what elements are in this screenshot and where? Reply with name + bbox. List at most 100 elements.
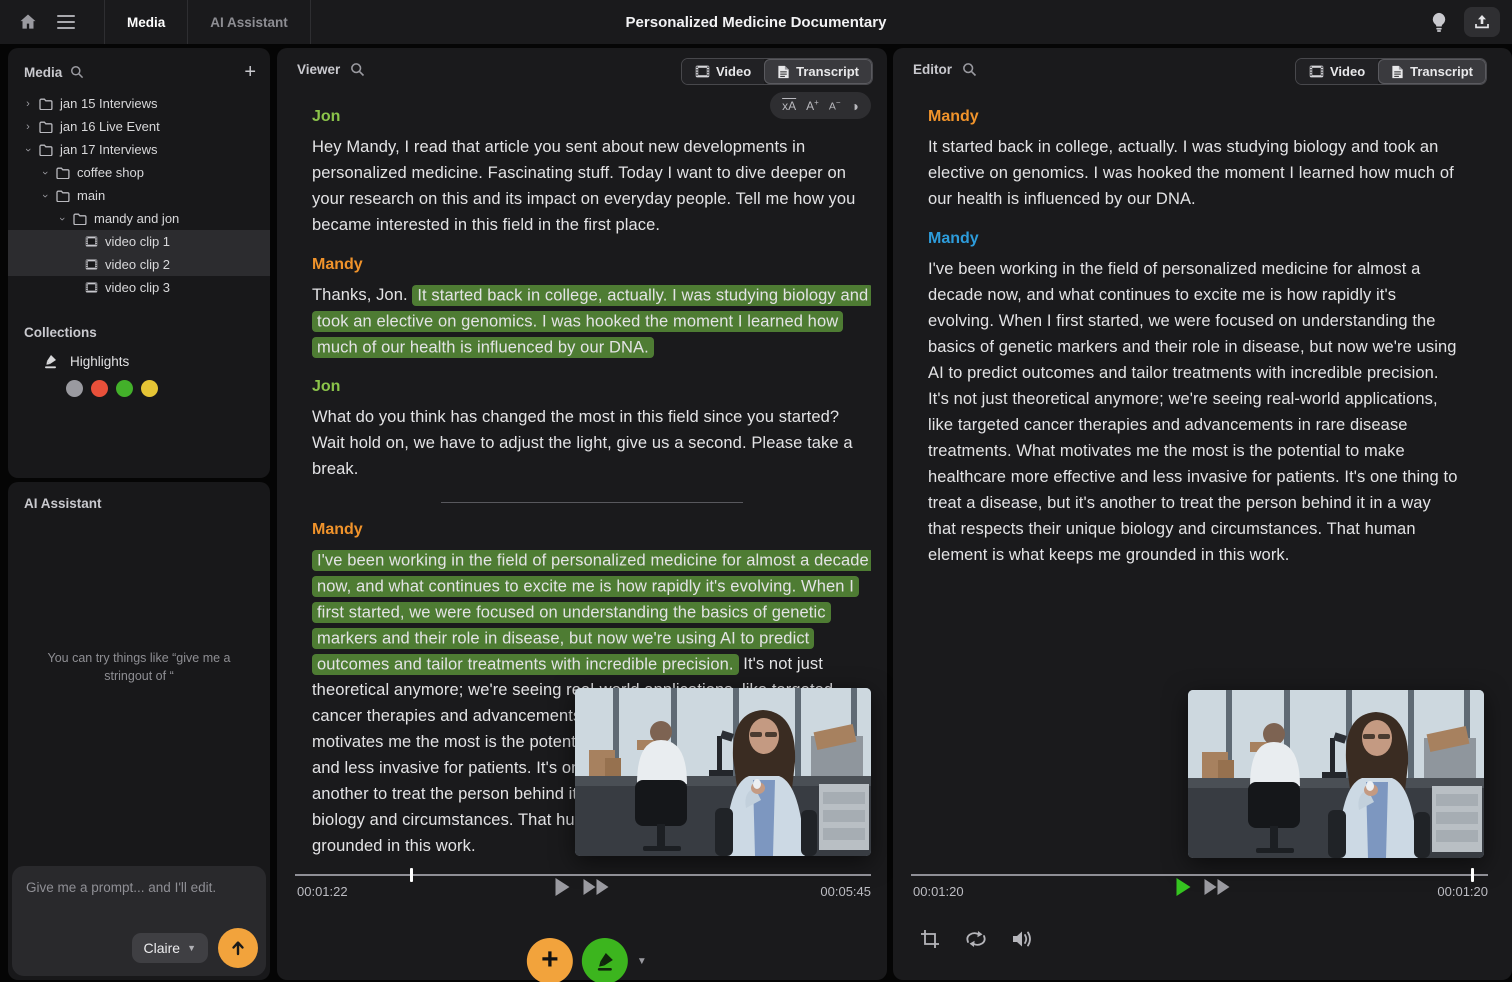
- tree-folder-coffee-shop[interactable]: ›coffee shop: [8, 161, 270, 184]
- collection-color-dot-0[interactable]: [66, 380, 83, 397]
- highlight-button[interactable]: [582, 938, 628, 982]
- tips-button[interactable]: [1424, 7, 1454, 37]
- replace-clip-button[interactable]: [963, 926, 989, 952]
- plain-text[interactable]: Thanks, Jon.: [312, 286, 412, 304]
- editor-transcript-toggle[interactable]: Transcript: [1378, 59, 1486, 84]
- home-button[interactable]: [10, 0, 46, 44]
- app-window: Media AI Assistant Personalized Medicine…: [0, 0, 1512, 982]
- transcript-paragraph[interactable]: I've been working in the field of person…: [928, 256, 1460, 568]
- divider: [310, 0, 311, 44]
- chevron-down-icon: ›: [56, 213, 68, 225]
- ai-assistant-title: AI Assistant: [8, 482, 270, 525]
- speaker-label[interactable]: Jon: [312, 108, 871, 126]
- editor-playhead[interactable]: [1471, 868, 1474, 882]
- voice-select-button[interactable]: Claire ▼: [132, 933, 209, 963]
- export-button[interactable]: [1464, 7, 1500, 37]
- plain-text[interactable]: What do you think has changed the most i…: [312, 408, 853, 478]
- volume-button[interactable]: [1009, 926, 1035, 952]
- collection-color-dot-1[interactable]: [91, 380, 108, 397]
- viewer-transcript-toggle[interactable]: Transcript: [764, 59, 872, 84]
- add-media-button[interactable]: +: [244, 62, 256, 82]
- viewer-title: Viewer: [297, 62, 340, 77]
- tab-ai-assistant[interactable]: AI Assistant: [188, 0, 310, 44]
- document-icon: [777, 65, 790, 79]
- transcript-paragraph[interactable]: It started back in college, actually. I …: [928, 134, 1460, 212]
- tree-folder-jan-16-live-event[interactable]: ›jan 16 Live Event: [8, 115, 270, 138]
- plain-text[interactable]: Hey Mandy, I read that article you sent …: [312, 138, 855, 234]
- viewer-total-time: 00:05:45: [820, 884, 871, 899]
- transcript-segment: Mandy It started back in college, actuall…: [928, 108, 1460, 212]
- tree-folder-jan-17-interviews[interactable]: ›jan 17 Interviews: [8, 138, 270, 161]
- viewer-video-toggle[interactable]: Video: [682, 59, 764, 84]
- collection-color-dot-2[interactable]: [116, 380, 133, 397]
- search-icon[interactable]: [962, 62, 977, 77]
- tree-clip-video-clip-2[interactable]: video clip 2: [8, 253, 270, 276]
- editor-fast-forward-button[interactable]: [1204, 879, 1229, 895]
- transcript-paragraph[interactable]: Hey Mandy, I read that article you sent …: [312, 134, 871, 238]
- tree-item-label: video clip 1: [105, 234, 170, 249]
- speaker-label[interactable]: Mandy: [312, 521, 871, 539]
- highlighter-icon: [594, 950, 616, 972]
- highlighter-icon: [42, 353, 58, 369]
- speaker-label[interactable]: Mandy: [928, 230, 1460, 248]
- ai-assistant-panel: AI Assistant You can try things like “gi…: [8, 482, 270, 980]
- editor-title: Editor: [913, 62, 952, 77]
- editor-video-label: Video: [1330, 64, 1365, 79]
- highlight-color-caret[interactable]: ▼: [637, 956, 647, 967]
- viewer-play-button[interactable]: [556, 878, 570, 896]
- collection-item-highlights[interactable]: Highlights: [8, 350, 270, 372]
- transcript-paragraph[interactable]: Thanks, Jon. It started back in college,…: [312, 282, 871, 360]
- transcript-segment: Mandy Thanks, Jon. It started back in col…: [312, 256, 871, 360]
- editor-total-time: 00:01:20: [1437, 884, 1488, 899]
- viewer-panel: Viewer Video Transc: [277, 48, 887, 980]
- add-to-timeline-button[interactable]: +: [527, 938, 573, 982]
- tree-folder-main[interactable]: ›main: [8, 184, 270, 207]
- swap-arrows-icon: [964, 929, 988, 949]
- chevron-down-icon: ›: [39, 190, 51, 202]
- speaker-label[interactable]: Mandy: [928, 108, 1460, 126]
- tree-item-label: jan 16 Live Event: [60, 119, 160, 134]
- plain-text[interactable]: It started back in college, actually. I …: [928, 138, 1454, 208]
- ai-prompt-input[interactable]: Give me a prompt... and I'll edit. Clair…: [12, 866, 266, 976]
- media-panel: Media + ›jan 15 Interviews›jan 16 Live E…: [8, 48, 270, 478]
- crop-button[interactable]: [917, 926, 943, 952]
- editor-video-preview[interactable]: [1188, 690, 1484, 858]
- search-icon[interactable]: [350, 62, 365, 77]
- film-icon: [695, 65, 710, 78]
- plain-text[interactable]: I've been working in the field of person…: [928, 260, 1457, 564]
- folder-icon: [56, 167, 70, 179]
- send-prompt-button[interactable]: [218, 928, 258, 968]
- speaker-label[interactable]: Jon: [312, 378, 871, 396]
- editor-panel: Editor Video Transc: [893, 48, 1512, 980]
- viewer-playhead[interactable]: [410, 868, 413, 882]
- tab-media[interactable]: Media: [105, 0, 187, 44]
- film-icon: [1309, 65, 1324, 78]
- transcript-paragraph[interactable]: What do you think has changed the most i…: [312, 404, 871, 482]
- media-tree: ›jan 15 Interviews›jan 16 Live Event›jan…: [8, 92, 270, 299]
- viewer-video-preview[interactable]: [575, 688, 871, 856]
- search-icon[interactable]: [70, 65, 84, 79]
- home-icon: [18, 12, 38, 32]
- folder-icon: [73, 213, 87, 225]
- speaker-icon: [1011, 929, 1033, 949]
- editor-play-button[interactable]: [1176, 878, 1190, 896]
- menu-button[interactable]: [46, 0, 86, 44]
- speaker-label[interactable]: Mandy: [312, 256, 871, 274]
- chevron-down-icon: ›: [22, 144, 34, 156]
- viewer-transcript-label: Transcript: [796, 64, 859, 79]
- viewer-current-time: 00:01:22: [297, 884, 348, 899]
- editor-view-toggle: Video Transcript: [1295, 58, 1487, 85]
- folder-icon: [39, 121, 53, 133]
- voice-select-label: Claire: [144, 940, 181, 956]
- tree-clip-video-clip-1[interactable]: video clip 1: [8, 230, 270, 253]
- tree-folder-jan-15-interviews[interactable]: ›jan 15 Interviews: [8, 92, 270, 115]
- folder-icon: [39, 144, 53, 156]
- tree-folder-mandy-and-jon[interactable]: ›mandy and jon: [8, 207, 270, 230]
- viewer-fast-forward-button[interactable]: [584, 879, 609, 895]
- collection-color-dot-3[interactable]: [141, 380, 158, 397]
- collections-title: Collections: [8, 299, 270, 350]
- editor-video-toggle[interactable]: Video: [1296, 59, 1378, 84]
- collection-color-dots: [8, 372, 270, 397]
- tree-clip-video-clip-3[interactable]: video clip 3: [8, 276, 270, 299]
- folder-icon: [39, 98, 53, 110]
